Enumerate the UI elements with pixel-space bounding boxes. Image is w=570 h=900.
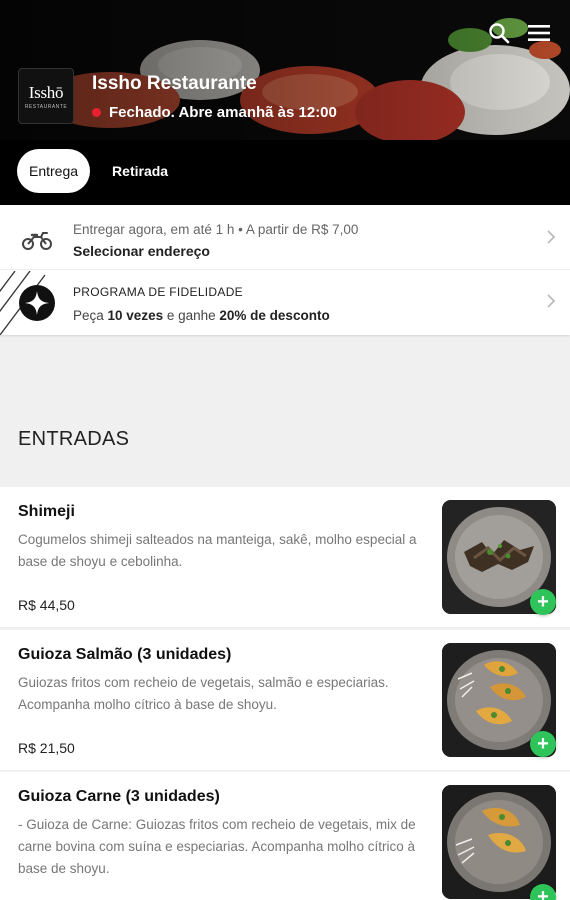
product-price: R$ 44,50 (18, 597, 75, 613)
opening-status: Fechado. Abre amanhã às 12:00 (92, 104, 337, 121)
product-description: Cogumelos shimeji salteados na manteiga,… (18, 532, 417, 569)
product-card[interactable]: Guioza Salmão (3 unidades) Guiozas frito… (0, 630, 570, 770)
restaurant-logo: Isshō RESTAURANTE (18, 68, 74, 124)
tab-entrega[interactable]: Entrega (17, 149, 91, 193)
select-address-link[interactable]: Selecionar endereço (73, 243, 210, 259)
closed-status-dot (92, 108, 101, 117)
motorcycle-icon (18, 221, 56, 259)
product-image (442, 785, 556, 899)
product-name: Guioza Carne (3 unidades) (18, 788, 220, 805)
loyalty-middle: e ganhe (163, 308, 220, 323)
restaurant-name: Issho Restaurante (92, 73, 257, 94)
loyalty-description: Peça 10 vezes e ganhe 20% de desconto (73, 308, 330, 323)
chevron-right-icon (547, 230, 556, 244)
sparkle-star-icon (18, 284, 56, 322)
logo-subtext: RESTAURANTE (24, 103, 68, 110)
restaurant-header: Isshō RESTAURANTE Issho Restaurante Fech… (0, 0, 570, 205)
product-card[interactable]: Shimeji Cogumelos shimeji salteados na m… (0, 487, 570, 627)
logo-text: Isshō (28, 82, 64, 102)
add-to-cart-button[interactable]: + (530, 731, 556, 757)
info-card: Entregar agora, em até 1 h • A partir de… (0, 205, 570, 335)
delivery-info: Entregar agora, em até 1 h • A partir de… (73, 222, 359, 237)
delivery-address-row[interactable]: Entregar agora, em até 1 h • A partir de… (0, 205, 570, 270)
product-price: R$ 21,50 (18, 740, 75, 756)
opening-status-text: Fechado. Abre amanhã às 12:00 (109, 104, 337, 121)
loyalty-prefix: Peça (73, 308, 108, 323)
loyalty-reward: 20% de desconto (219, 308, 330, 323)
chevron-right-icon (547, 294, 556, 308)
product-description: Guiozas fritos com recheio de vegetais, … (18, 675, 389, 712)
tab-retirada[interactable]: Retirada (112, 163, 168, 179)
loyalty-count: 10 vezes (107, 308, 164, 323)
product-description: - Guioza de Carne: Guiozas fritos com re… (18, 817, 416, 876)
product-name: Guioza Salmão (3 unidades) (18, 646, 232, 663)
loyalty-program-row[interactable]: PROGRAMA DE FIDELIDADE Peça 10 vezes e g… (0, 271, 570, 336)
product-card[interactable]: Guioza Carne (3 unidades) - Guioza de Ca… (0, 772, 570, 900)
product-name: Shimeji (18, 503, 75, 520)
header-actions (486, 20, 552, 46)
menu-icon[interactable] (526, 20, 552, 46)
order-type-tabs: Entrega Retirada (17, 149, 168, 193)
section-title-entradas: ENTRADAS (18, 428, 130, 450)
loyalty-title: PROGRAMA DE FIDELIDADE (73, 285, 243, 299)
search-icon[interactable] (486, 20, 512, 46)
add-to-cart-button[interactable]: + (530, 589, 556, 615)
